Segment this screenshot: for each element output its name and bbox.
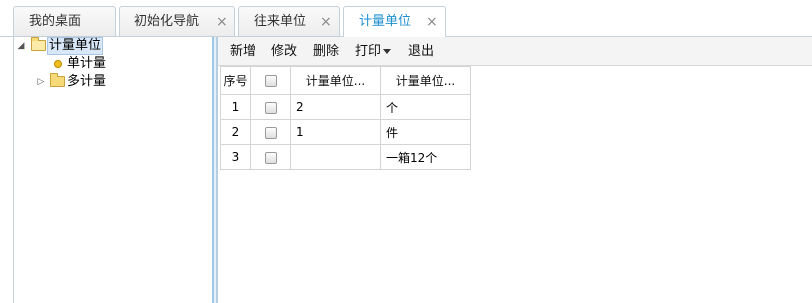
row-checkbox-cell[interactable] xyxy=(250,119,291,145)
tab-measurement-units[interactable]: 计量单位 × xyxy=(343,6,446,37)
row-index: 2 xyxy=(220,119,251,145)
row-checkbox-cell[interactable] xyxy=(250,94,291,120)
row-checkbox[interactable] xyxy=(264,126,277,139)
column-header-select-all[interactable] xyxy=(250,66,291,95)
tree-node-label: 单计量 xyxy=(67,56,107,71)
tree-panel: ◢ 计量单位 单计量 ▷ 多计量 xyxy=(13,37,213,303)
delete-button[interactable]: 删除 xyxy=(313,37,339,66)
cell-unit-b: 个 xyxy=(380,94,471,120)
expanded-arrow-icon[interactable]: ◢ xyxy=(16,37,26,55)
edit-button[interactable]: 修改 xyxy=(271,37,297,66)
main-panel: 新增 修改 删除 打印 退出 序号 计量单位... 计量单位... 1 2 个 … xyxy=(218,37,812,303)
tab-init-navigation[interactable]: 初始化导航 × xyxy=(119,6,235,37)
table-row[interactable]: 1 2 个 xyxy=(220,94,471,120)
folder-open-icon xyxy=(31,37,46,51)
table-row[interactable]: 2 1 件 xyxy=(220,119,471,145)
cell-unit-a xyxy=(290,144,381,170)
cell-unit-a: 2 xyxy=(290,94,381,120)
collapsed-arrow-icon[interactable]: ▷ xyxy=(36,73,46,91)
add-button[interactable]: 新增 xyxy=(230,37,256,66)
tab-label: 计量单位 xyxy=(359,14,412,29)
row-checkbox[interactable] xyxy=(264,101,277,114)
cell-unit-b: 件 xyxy=(380,119,471,145)
exit-button[interactable]: 退出 xyxy=(408,37,434,66)
data-grid: 序号 计量单位... 计量单位... 1 2 个 2 1 件 3 一箱12个 xyxy=(220,66,471,170)
tab-my-desktop[interactable]: 我的桌面 xyxy=(13,6,116,37)
chevron-down-icon xyxy=(383,49,392,54)
tree-node-single-unit[interactable]: 单计量 xyxy=(16,55,206,73)
tree-node-root[interactable]: ◢ 计量单位 xyxy=(16,37,206,55)
tree-node-multi-unit[interactable]: ▷ 多计量 xyxy=(16,73,206,91)
grid-header-row: 序号 计量单位... 计量单位... xyxy=(220,66,471,95)
close-icon[interactable]: × xyxy=(320,7,332,37)
column-header-unit-b[interactable]: 计量单位... xyxy=(380,66,471,95)
tab-bar: 我的桌面 初始化导航 × 往来单位 × 计量单位 × xyxy=(0,0,812,37)
print-button[interactable]: 打印 xyxy=(355,37,392,66)
leaf-node-icon xyxy=(54,60,62,68)
folder-icon xyxy=(50,73,65,87)
tab-label: 我的桌面 xyxy=(29,14,82,29)
select-all-checkbox[interactable] xyxy=(264,75,277,87)
cell-unit-a: 1 xyxy=(290,119,381,145)
toolbar: 新增 修改 删除 打印 退出 xyxy=(218,37,812,66)
row-index: 1 xyxy=(220,94,251,120)
row-index: 3 xyxy=(220,144,251,170)
tree-node-label: 多计量 xyxy=(67,74,107,89)
print-button-label: 打印 xyxy=(355,44,382,59)
tree-node-label: 计量单位 xyxy=(47,37,104,55)
tab-business-units[interactable]: 往来单位 × xyxy=(238,6,340,37)
cell-unit-b: 一箱12个 xyxy=(380,144,471,170)
column-header-index: 序号 xyxy=(220,66,251,95)
table-row[interactable]: 3 一箱12个 xyxy=(220,144,471,170)
column-header-unit-a[interactable]: 计量单位... xyxy=(290,66,381,95)
close-icon[interactable]: × xyxy=(216,7,228,37)
close-icon[interactable]: × xyxy=(426,7,438,37)
row-checkbox[interactable] xyxy=(264,151,277,164)
tab-label: 初始化导航 xyxy=(134,14,200,29)
tab-label: 往来单位 xyxy=(254,14,307,29)
row-checkbox-cell[interactable] xyxy=(250,144,291,170)
